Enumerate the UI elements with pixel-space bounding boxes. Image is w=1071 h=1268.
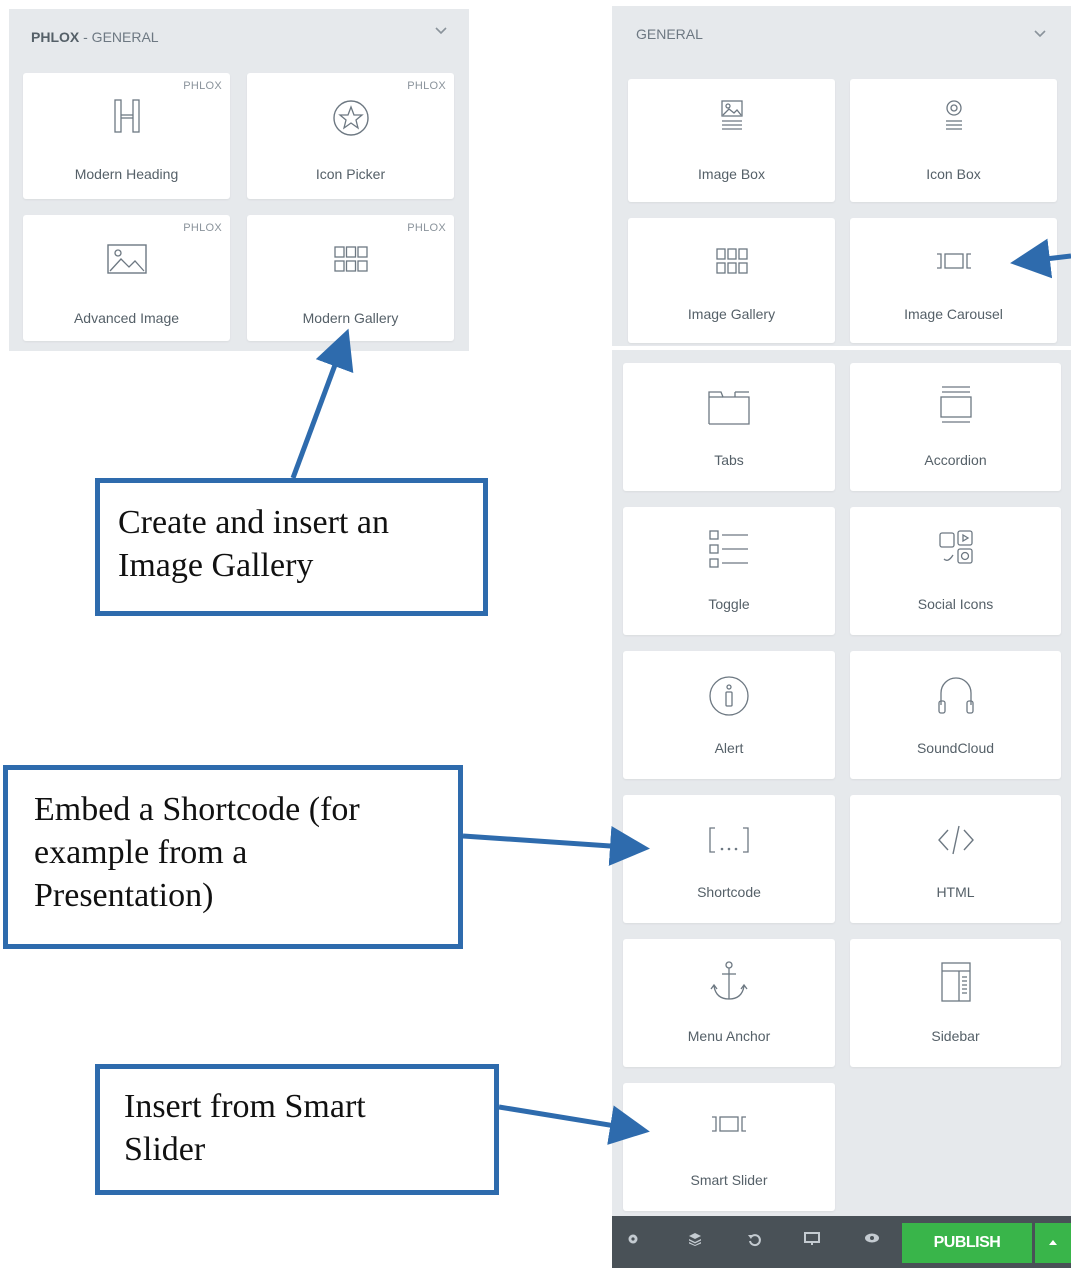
arrow-to-image-carousel (1010, 238, 1071, 279)
arrow-to-shortcode (462, 826, 650, 866)
callout-arrows (290, 238, 1071, 1145)
arrow-to-smart-slider (498, 1104, 650, 1145)
arrow-to-modern-gallery (290, 328, 354, 479)
